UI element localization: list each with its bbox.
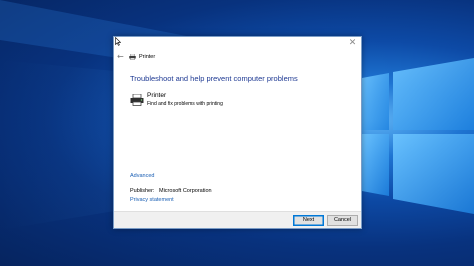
item-title: Printer bbox=[147, 92, 167, 99]
window-title: Printer bbox=[139, 54, 156, 60]
printer-icon bbox=[129, 54, 136, 60]
logo-pane-bottom-left bbox=[362, 134, 389, 196]
logo-pane-top-right bbox=[393, 58, 474, 130]
back-arrow-icon[interactable]: ← bbox=[117, 53, 125, 61]
item-description: Find and fix problems with printing bbox=[147, 101, 223, 107]
dialog-footer: Next Cancel bbox=[114, 211, 361, 228]
title-bar[interactable]: ✕ bbox=[114, 37, 361, 50]
advanced-link[interactable]: Advanced bbox=[130, 173, 154, 179]
logo-pane-bottom-right bbox=[393, 134, 474, 214]
printer-icon bbox=[130, 94, 144, 106]
troubleshooter-item-printer[interactable]: Printer Find and fix problems with print… bbox=[130, 92, 250, 110]
mouse-cursor-icon bbox=[115, 37, 121, 46]
cancel-button[interactable]: Cancel bbox=[327, 215, 358, 226]
next-button[interactable]: Next bbox=[293, 215, 324, 226]
publisher-value: Microsoft Corporation bbox=[159, 188, 212, 194]
publisher-label: Publisher: bbox=[130, 188, 155, 194]
close-icon[interactable]: ✕ bbox=[348, 39, 357, 48]
troubleshooter-dialog: ✕ ← Printer Troubleshoot and help preven… bbox=[113, 36, 362, 229]
logo-pane-top-left bbox=[362, 73, 389, 130]
desktop-background: ✕ ← Printer Troubleshoot and help preven… bbox=[0, 0, 474, 266]
privacy-statement-link[interactable]: Privacy statement bbox=[130, 197, 174, 203]
publisher-info: Publisher: Microsoft Corporation bbox=[130, 188, 212, 194]
page-heading: Troubleshoot and help prevent computer p… bbox=[130, 74, 298, 83]
